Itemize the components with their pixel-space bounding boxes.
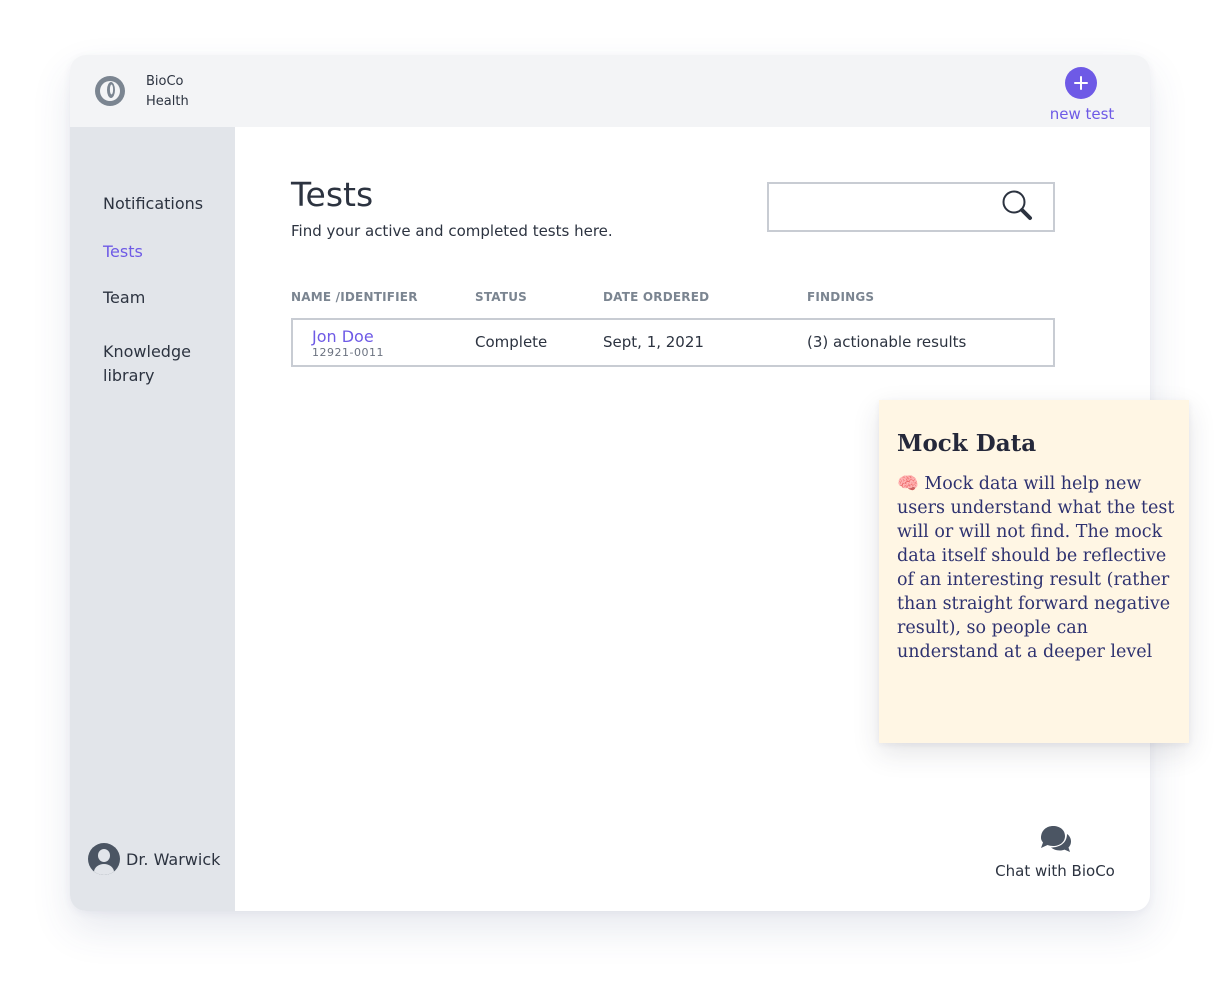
column-header-name: NAME /IDENTIFIER (291, 290, 418, 304)
plus-icon[interactable] (1065, 67, 1097, 99)
brand-line-1: BioCo (146, 74, 184, 89)
search-box[interactable] (767, 182, 1055, 232)
patient-identifier: 12921-0011 (312, 346, 384, 359)
sidebar: Notifications Tests Team Knowledge libra… (70, 127, 235, 911)
patient-name-link[interactable]: Jon Doe (312, 327, 374, 346)
sidebar-item-team[interactable]: Team (103, 286, 145, 310)
chat-bubbles-icon[interactable] (1037, 824, 1073, 856)
brand-line-2: Health (146, 94, 189, 109)
status-cell: Complete (475, 333, 548, 351)
sidebar-item-tests[interactable]: Tests (103, 240, 143, 264)
search-input[interactable] (779, 192, 999, 222)
bioco-logo-icon (95, 76, 125, 106)
table-row[interactable]: Jon Doe 12921-0011 Complete Sept, 1, 202… (291, 318, 1055, 367)
annotation-note: Mock Data 🧠 Mock data will help new user… (879, 400, 1189, 743)
date-ordered-cell: Sept, 1, 2021 (603, 333, 704, 351)
sidebar-item-knowledge-library[interactable]: Knowledge library (103, 340, 213, 388)
new-test-label[interactable]: new test (1042, 105, 1122, 123)
page-title: Tests (291, 175, 374, 214)
page-subtitle: Find your active and completed tests her… (291, 222, 613, 240)
user-avatar-icon (88, 843, 120, 875)
search-icon[interactable] (1001, 189, 1035, 223)
note-body: 🧠 Mock data will help new users understa… (897, 474, 1175, 662)
chat-with-bioco-button[interactable]: Chat with BioCo (980, 824, 1130, 886)
user-profile[interactable]: Dr. Warwick (88, 843, 220, 875)
new-test-button[interactable]: new test (1042, 67, 1122, 125)
column-header-date-ordered: DATE ORDERED (603, 290, 710, 304)
note-title: Mock Data (897, 430, 1037, 457)
chat-label[interactable]: Chat with BioCo (980, 862, 1130, 880)
brand-name: BioCo Health (146, 72, 189, 112)
findings-cell: (3) actionable results (807, 333, 967, 351)
top-bar: BioCo Health new test (70, 55, 1150, 127)
sidebar-item-notifications[interactable]: Notifications (103, 192, 203, 216)
user-name: Dr. Warwick (126, 849, 221, 869)
column-header-findings: FINDINGS (807, 290, 875, 304)
column-header-status: STATUS (475, 290, 528, 304)
